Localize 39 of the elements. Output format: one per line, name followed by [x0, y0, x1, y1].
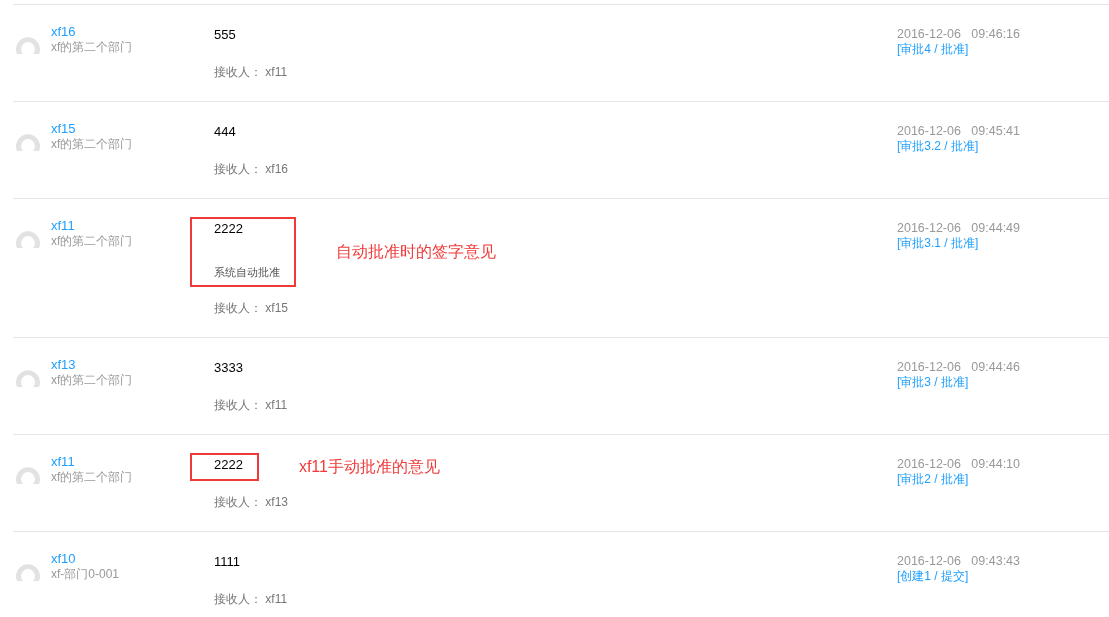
note-text: 系统自动批准 [214, 265, 280, 280]
user-name-link[interactable]: xf11 [51, 218, 133, 234]
timestamp-text: 2016-12-06 09:44:49 [897, 220, 1021, 236]
user-name-link[interactable]: xf10 [51, 551, 120, 567]
comment-text: 2222 [214, 220, 244, 238]
timestamp-text: 2016-12-06 09:46:16 [897, 26, 1021, 42]
department-text: xf的第二个部门 [51, 373, 133, 388]
annotation-text: 自动批准时的签字意见 [336, 242, 496, 262]
annotation-text: xf11手动批准的意见 [298, 457, 440, 477]
comment-text: 2222 [214, 456, 243, 474]
step-link[interactable]: [审批4 / 批准] [897, 42, 969, 57]
department-text: xf的第二个部门 [51, 137, 133, 152]
recipient-text: 接收人： xf15 [213, 300, 289, 317]
step-link[interactable]: [创建1 / 提交] [897, 569, 969, 584]
user-name-link[interactable]: xf16 [51, 24, 133, 40]
recipient-text: 接收人： xf11 [213, 64, 289, 81]
recipient-text: 接收人： xf11 [213, 397, 289, 414]
department-text: xf的第二个部门 [51, 470, 133, 485]
step-link[interactable]: [审批2 / 批准] [897, 472, 969, 487]
department-text: xf的第二个部门 [51, 234, 133, 249]
user-name-link[interactable]: xf11 [51, 454, 133, 470]
user-name-link[interactable]: xf15 [51, 121, 133, 137]
timestamp-text: 2016-12-06 09:45:41 [897, 123, 1021, 139]
department-text: xf的第二个部门 [51, 40, 133, 55]
recipient-text: 接收人： xf11 [213, 591, 289, 608]
timestamp-text: 2016-12-06 09:43:43 [897, 553, 1021, 569]
comment-text: 3333 [214, 359, 243, 377]
step-link[interactable]: [审批3.1 / 批准] [897, 236, 979, 251]
recipient-text: 接收人： xf16 [213, 161, 289, 178]
recipient-text: 接收人： xf13 [213, 494, 289, 511]
comment-text: 444 [214, 123, 236, 141]
user-name-link[interactable]: xf13 [51, 357, 133, 373]
comment-text: 1111 [214, 553, 241, 571]
comment-text: 555 [214, 26, 236, 44]
timestamp-text: 2016-12-06 09:44:46 [897, 359, 1021, 375]
timestamp-text: 2016-12-06 09:44:10 [897, 456, 1021, 472]
department-text: xf-部门0-001 [51, 567, 120, 582]
step-link[interactable]: [审批3.2 / 批准] [897, 139, 979, 154]
step-link[interactable]: [审批3 / 批准] [897, 375, 969, 390]
